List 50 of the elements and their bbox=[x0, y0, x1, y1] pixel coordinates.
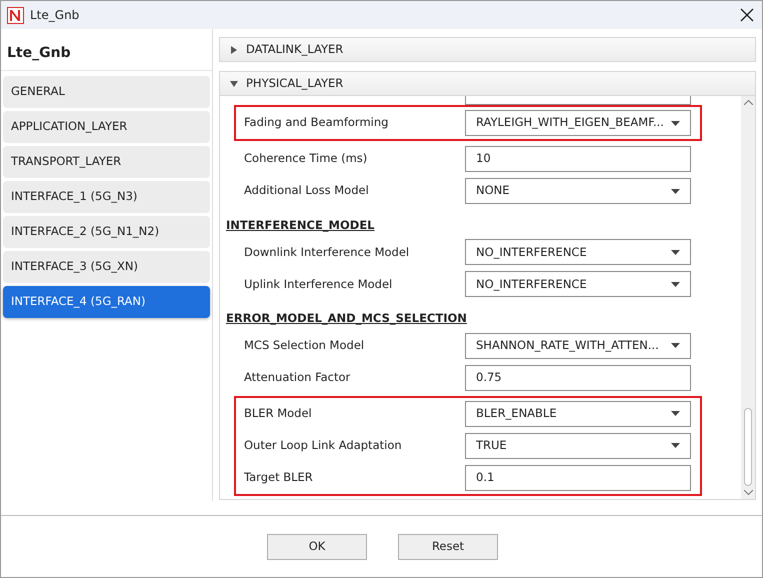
caret-icon bbox=[671, 120, 680, 126]
field-label: MCS Selection Model bbox=[244, 336, 366, 354]
sidebar-item[interactable]: TRANSPORT_LAYER bbox=[3, 146, 210, 178]
field-label: BLER Model bbox=[244, 404, 313, 422]
caret-icon bbox=[671, 443, 680, 448]
sidebar-item[interactable]: INTERFACE_3 (5G_XN) bbox=[3, 251, 210, 283]
sidebar-item[interactable]: INTERFACE_2 (5G_N1_N2) bbox=[3, 216, 210, 248]
field-label: Fading and Beamforming bbox=[244, 114, 390, 132]
accordion-header[interactable]: PHYSICAL_LAYER bbox=[219, 71, 756, 96]
dropdown-field[interactable]: RAYLEIGH_WITH_EIGEN_BEAMF... bbox=[465, 110, 691, 136]
scrollbar-thumb[interactable] bbox=[744, 408, 752, 486]
sidebar-title: Lte_Gnb bbox=[1, 29, 212, 71]
caret-icon bbox=[671, 343, 680, 348]
scroll-down-icon bbox=[744, 490, 752, 495]
scroll-up-icon bbox=[744, 100, 752, 105]
section-heading: ERROR_MODEL_AND_MCS_SELECTION bbox=[226, 310, 468, 328]
field-label: Uplink Interference Model bbox=[244, 276, 394, 293]
dialog-button[interactable]: Reset bbox=[398, 534, 498, 560]
field-label: Additional Loss Model bbox=[244, 182, 370, 200]
sidebar-item[interactable]: APPLICATION_LAYER bbox=[3, 111, 210, 143]
input-field[interactable]: 0.75 bbox=[465, 364, 691, 390]
field-label: Attenuation Factor bbox=[244, 368, 352, 386]
dialog-button[interactable]: OK bbox=[267, 534, 367, 560]
field-label: Outer Loop Link Adaptation bbox=[244, 436, 403, 454]
collapsed-triangle-icon bbox=[230, 46, 238, 54]
field-label: Coherence Time (ms) bbox=[244, 150, 368, 168]
caret-icon bbox=[671, 250, 680, 255]
dropdown-field[interactable]: NO_INTERFERENCE bbox=[465, 271, 691, 298]
caret-icon bbox=[671, 411, 680, 416]
caret-icon bbox=[671, 282, 680, 287]
input-field[interactable]: 0.1 bbox=[465, 464, 691, 490]
window-title: Lte_Gnb bbox=[30, 7, 80, 24]
dropdown-field[interactable]: BLER_ENABLE bbox=[465, 400, 691, 426]
scrollbar[interactable] bbox=[741, 96, 755, 499]
close-icon[interactable] bbox=[740, 8, 754, 22]
field-label: Target BLER bbox=[244, 468, 314, 486]
sidebar-item[interactable]: INTERFACE_1 (5G_N3) bbox=[3, 181, 210, 213]
dropdown-field[interactable]: SHANNON_RATE_WITH_ATTEN... bbox=[465, 332, 691, 358]
input-field[interactable]: 10 bbox=[465, 146, 691, 172]
sidebar-item[interactable]: INTERFACE_4 (5G_RAN) bbox=[3, 286, 210, 318]
dropdown-field[interactable]: NONE bbox=[465, 178, 691, 204]
dropdown-field[interactable]: TRUE bbox=[465, 432, 691, 458]
caret-icon bbox=[671, 188, 680, 194]
app-logo-icon bbox=[7, 6, 24, 24]
accordion-header[interactable]: DATALINK_LAYER bbox=[219, 37, 756, 62]
section-heading: INTERFERENCE_MODEL bbox=[226, 217, 376, 234]
sidebar-item[interactable]: GENERAL bbox=[3, 76, 210, 108]
field-label: Downlink Interference Model bbox=[244, 244, 410, 261]
dropdown-field[interactable]: NO_INTERFERENCE bbox=[465, 239, 691, 266]
expanded-triangle-icon bbox=[230, 80, 238, 88]
